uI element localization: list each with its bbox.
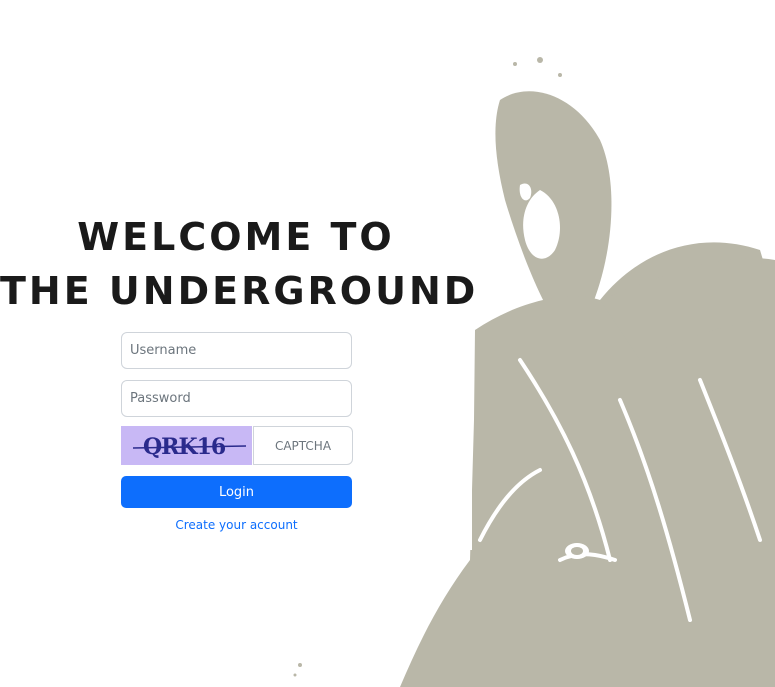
hooded-figure-illustration: [0, 57, 775, 687]
captcha-code-text: QRK16: [143, 434, 226, 460]
captcha-image: QRK16: [121, 426, 252, 465]
welcome-heading-line1: WELCOME TO: [77, 215, 395, 259]
username-input[interactable]: [121, 332, 352, 369]
login-button[interactable]: Login: [121, 476, 352, 508]
welcome-heading-line2: THE UNDERGROUND: [0, 269, 479, 313]
captcha-input[interactable]: [253, 426, 353, 465]
create-account-link[interactable]: Create your account: [121, 518, 352, 532]
password-input[interactable]: [121, 380, 352, 417]
